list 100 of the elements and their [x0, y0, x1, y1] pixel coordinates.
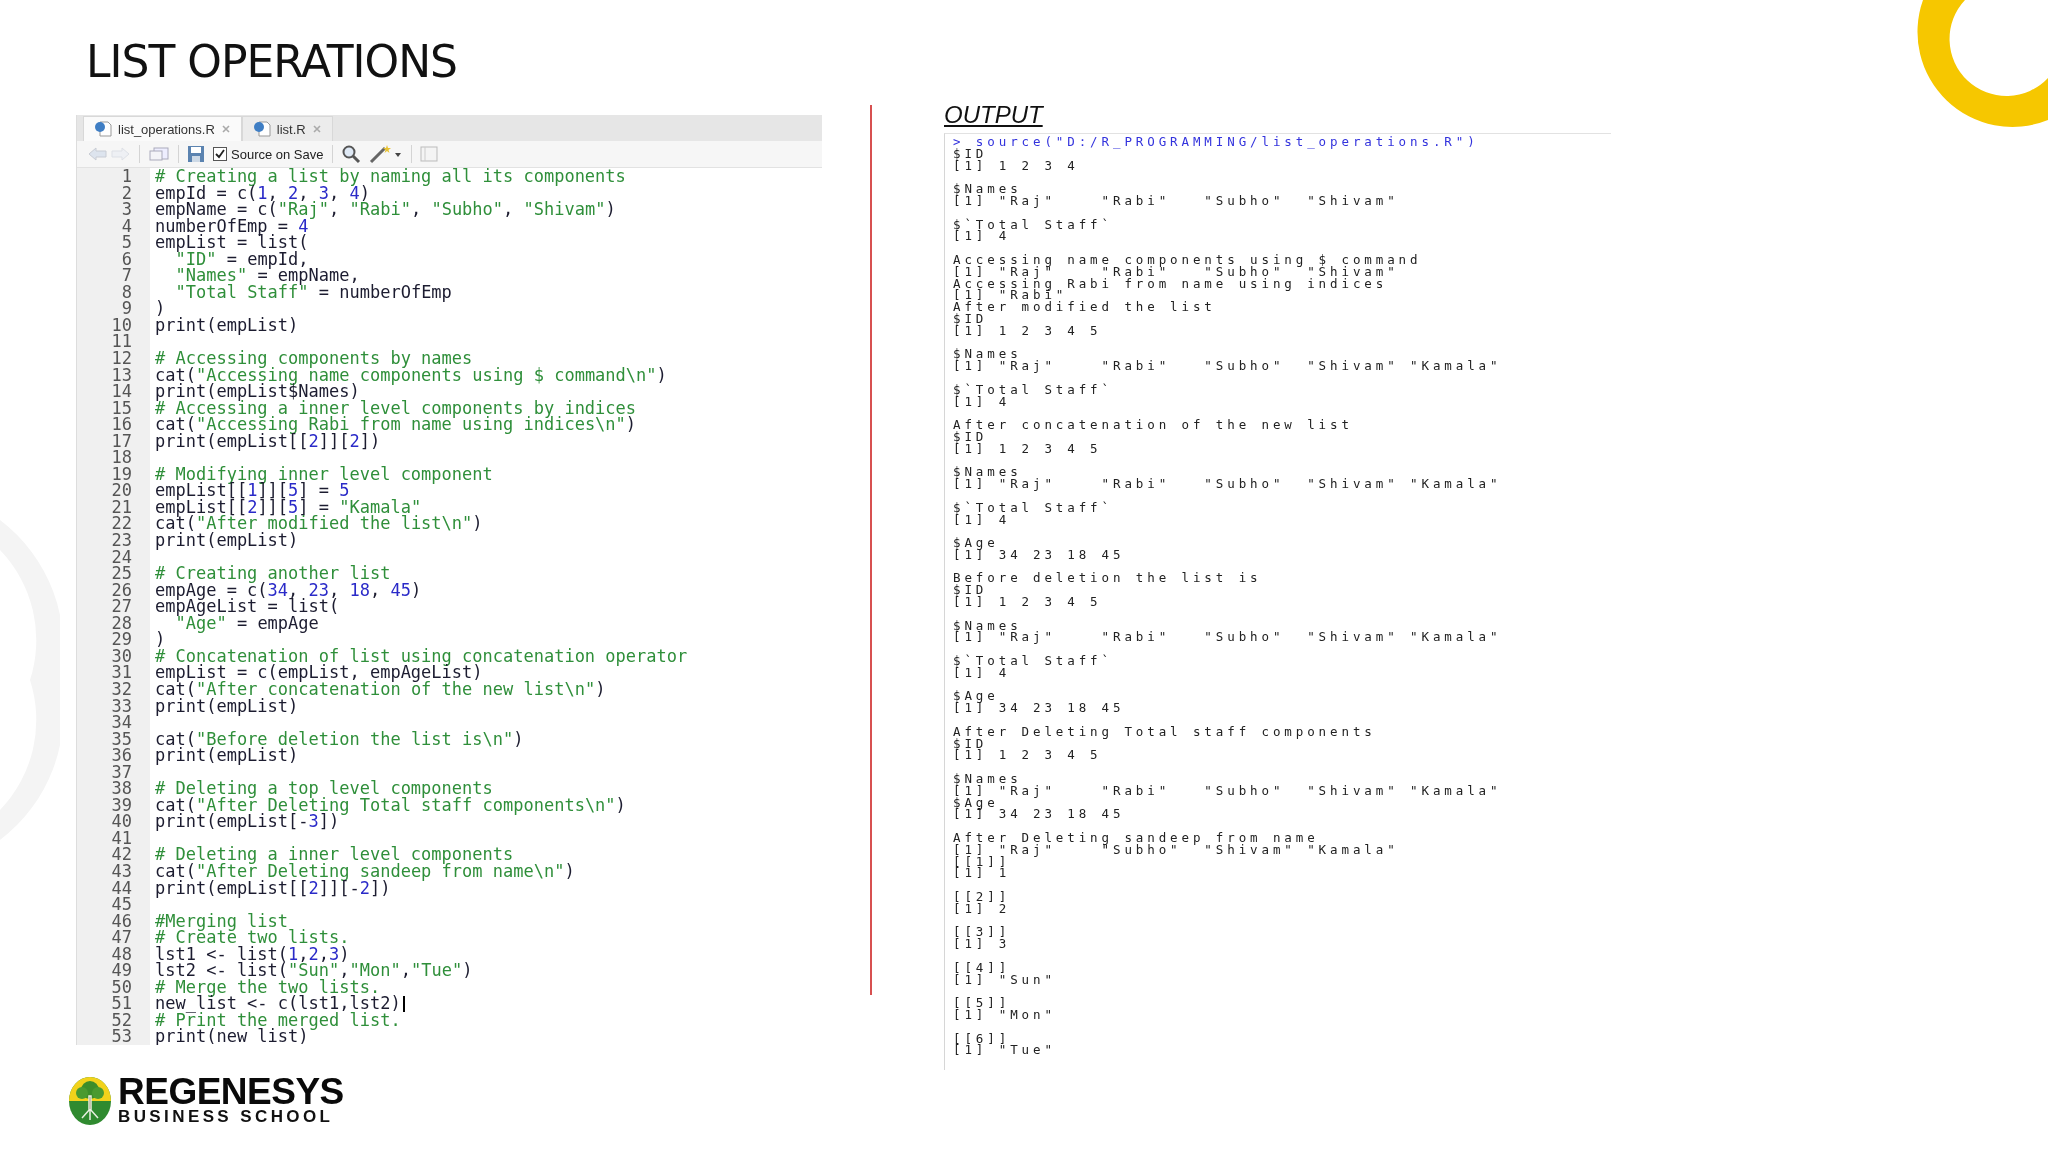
- line-number: 13: [110, 366, 132, 384]
- window-icon[interactable]: [148, 146, 170, 162]
- console-output-line: $ID: [953, 430, 988, 443]
- outline-icon[interactable]: [419, 146, 438, 162]
- line-number: 11: [110, 333, 132, 350]
- console-output-line: [1] 3: [953, 938, 1012, 950]
- console-output-line: [1] 34 23 18 45: [953, 702, 1126, 715]
- console-output-line: $ID: [953, 147, 988, 160]
- console-output-line: $ID: [953, 312, 988, 325]
- file-tab[interactable]: list_operations.R: [83, 116, 242, 141]
- magic-wand-icon[interactable]: [368, 144, 403, 164]
- line-number: 2: [120, 184, 132, 202]
- save-icon[interactable]: [187, 145, 205, 163]
- line-number: 5: [120, 234, 132, 251]
- console-command: > source("D:/R_PROGRAMMING/list_operations.R"): [953, 136, 1480, 148]
- console-output-line: [[6]]: [953, 1032, 1011, 1045]
- code-line: empId = c(1, 2, 3, 4): [155, 184, 371, 202]
- console-output-line: [1] 1 2 3 4 5: [953, 749, 1103, 762]
- console-output-line: [1] 4: [953, 230, 1011, 243]
- code-line: lst1 <- list(1,2,3): [155, 945, 350, 963]
- console-output-line: $Names: [953, 348, 1022, 361]
- source-on-save-checkbox[interactable]: Source on Save: [213, 146, 324, 162]
- console-output-line: $`Total Staff`: [953, 655, 1114, 667]
- line-number: 50: [110, 978, 132, 996]
- line-number: 51: [110, 995, 132, 1012]
- search-icon[interactable]: [340, 144, 361, 164]
- line-number: 22: [110, 515, 132, 533]
- code-line: empAge = c(34, 23, 18, 45): [155, 581, 422, 599]
- line-number: 9: [121, 300, 132, 317]
- code-line: ): [155, 300, 166, 317]
- logo-subtitle: BUSINESS SCHOOL: [118, 1108, 335, 1126]
- line-number: 42: [110, 846, 132, 863]
- console-output-line: [1] "Tue": [953, 1044, 1057, 1057]
- console-output-line: $Names: [953, 619, 1022, 632]
- code-line: empName = c("Raj", "Rabi", "Subho", "Shivam"): [155, 201, 616, 218]
- code-line: # Create two lists.: [155, 929, 350, 946]
- code-line: empList = c(empList, empAgeList): [155, 664, 483, 681]
- code-line: # Concatenation of list using concatenation operator: [155, 647, 688, 665]
- code-line: print(empList[-3]): [155, 813, 340, 830]
- line-number: 38: [110, 780, 132, 797]
- console-output-line: [1] "Mon": [953, 1008, 1057, 1021]
- console-output-line: [[1]]: [953, 855, 1011, 868]
- console-output-line: [1] 4: [953, 395, 1011, 408]
- line-number: 36: [110, 747, 132, 764]
- console-output-line: $Age: [953, 796, 999, 809]
- console-output-line: After Deleting Total staff components: [953, 725, 1377, 738]
- code-line: cat("After concatenation of the new list\n"): [155, 680, 606, 698]
- close-icon[interactable]: [311, 124, 322, 134]
- line-number: 1: [120, 168, 132, 185]
- line-number: 8: [120, 283, 132, 301]
- code-line: "ID" = empId,: [175, 250, 309, 268]
- line-number: 46: [110, 912, 132, 930]
- line-number: 25: [110, 565, 132, 582]
- code-line: print(empList[[2]][2]): [155, 432, 381, 450]
- line-number: 35: [110, 730, 132, 748]
- console-output-line: [1] 34 23 18 45: [953, 548, 1126, 561]
- code-line: print(empList): [155, 697, 299, 715]
- slide-title: LIST OPERATIONS: [86, 36, 458, 88]
- console-output-line: $Age: [953, 537, 999, 549]
- output-heading: OUTPUT: [944, 100, 1043, 130]
- r-file-icon: [252, 121, 271, 137]
- code-line: "Age" = empAge: [175, 614, 319, 632]
- checkbox[interactable]: [213, 147, 227, 161]
- line-number: 19: [110, 465, 132, 483]
- console-output-line: [1] 34 23 18 45: [953, 808, 1126, 821]
- console-output-line: $Names: [953, 183, 1022, 195]
- console-output-line: [1] 1: [953, 867, 1012, 880]
- console-output-line: $Names: [953, 773, 1022, 785]
- line-number: 34: [110, 714, 132, 731]
- line-number: 31: [110, 664, 132, 681]
- line-number: 17: [110, 432, 132, 450]
- code-line: numberOfEmp = 4: [155, 217, 309, 235]
- line-number: 47: [110, 929, 132, 946]
- console-output-line: [1] 1 2 3 4: [953, 159, 1080, 172]
- file-tab[interactable]: list.R: [241, 116, 333, 141]
- code-line: # Modifying inner level component: [155, 465, 493, 483]
- line-number: 43: [110, 862, 132, 880]
- back-forward-arrows-icon[interactable]: [87, 146, 131, 162]
- console-output-line: [1] "Sun": [953, 973, 1057, 986]
- line-number: 29: [110, 631, 132, 648]
- console-output-line: Accessing Rabi from name using indices: [953, 277, 1388, 290]
- console-output-line: After Deleting sandeep from name: [953, 832, 1319, 844]
- close-icon[interactable]: [220, 124, 231, 134]
- console-output-line: After modified the list: [953, 301, 1217, 313]
- console-output-line: [[4]]: [953, 961, 1012, 974]
- line-number: 37: [110, 763, 132, 781]
- console-output-line: [1] 1 2 3 4 5: [953, 324, 1103, 337]
- console-output-line: $ID: [953, 737, 988, 750]
- line-number: 49: [110, 962, 132, 979]
- code-line: # Creating another list: [155, 565, 391, 582]
- code-line: print(empList[[2]][-2]): [155, 879, 391, 897]
- code-line: new_list <- c(lst1,lst2): [155, 995, 401, 1012]
- code-line: lst2 <- list("Sun","Mon","Tue"): [155, 962, 473, 979]
- line-number: 53: [110, 1028, 132, 1045]
- console-output-line: [[3]]: [953, 926, 1012, 939]
- console-output-line: [1] 2: [953, 902, 1012, 915]
- line-number: 28: [110, 614, 132, 632]
- line-number: 30: [110, 647, 132, 665]
- console-output-line: $ID: [953, 584, 989, 597]
- code-line: print(empList): [155, 316, 299, 334]
